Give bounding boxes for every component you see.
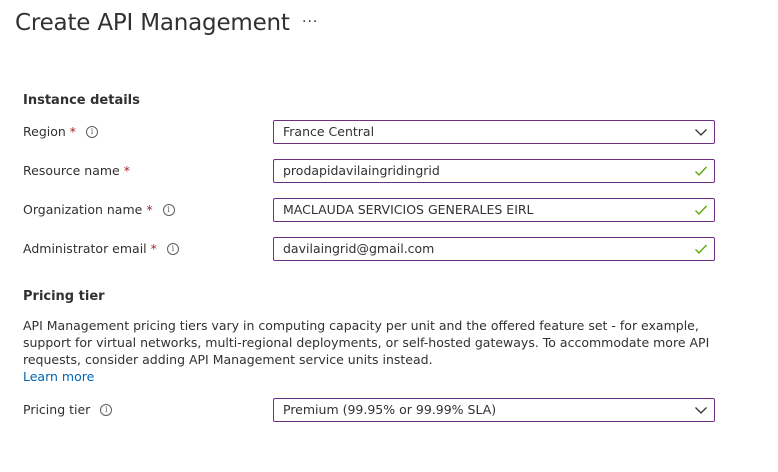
region-value: France Central	[283, 124, 375, 139]
resource-name-label: Resource name	[23, 163, 120, 178]
required-mark: *	[123, 163, 130, 178]
administrator-email-value: davilaingrid@gmail.com	[283, 241, 435, 256]
page-title: Create API Management	[15, 10, 290, 36]
resource-name-value: prodapidavilaingridingrid	[283, 163, 440, 178]
administrator-email-label-group: Administrator email * i	[23, 237, 179, 261]
pricing-tier-label: Pricing tier	[23, 402, 91, 417]
instance-details-heading: Instance details	[23, 93, 140, 108]
info-icon[interactable]: i	[100, 403, 113, 416]
pricing-tier-heading: Pricing tier	[23, 289, 105, 304]
check-icon	[695, 244, 707, 254]
learn-more-link[interactable]: Learn more	[23, 368, 94, 385]
required-mark: *	[150, 241, 157, 256]
resource-name-input[interactable]: prodapidavilaingridingrid	[273, 159, 715, 183]
check-icon	[695, 166, 707, 176]
region-label-group: Region * i	[23, 120, 99, 144]
pricing-description: API Management pricing tiers vary in com…	[23, 318, 710, 367]
more-options-button[interactable]: ···	[302, 14, 318, 30]
administrator-email-row: Administrator email * i davilaingrid@gmail…	[23, 237, 715, 261]
info-icon[interactable]: i	[86, 125, 99, 138]
administrator-email-input[interactable]: davilaingrid@gmail.com	[273, 237, 715, 261]
organization-name-value: MACLAUDA SERVICIOS GENERALES EIRL	[283, 202, 534, 217]
pricing-description-block: API Management pricing tiers vary in com…	[23, 317, 723, 385]
region-label: Region	[23, 124, 66, 139]
chevron-down-icon[interactable]	[694, 403, 708, 417]
required-mark: *	[146, 202, 153, 217]
pricing-tier-label-group: Pricing tier i	[23, 398, 113, 422]
check-icon	[695, 205, 707, 215]
organization-name-input[interactable]: MACLAUDA SERVICIOS GENERALES EIRL	[273, 198, 715, 222]
required-mark: *	[69, 124, 77, 139]
info-icon[interactable]: i	[162, 203, 175, 216]
administrator-email-label: Administrator email	[23, 241, 147, 256]
resource-name-label-group: Resource name *	[23, 159, 130, 183]
region-dropdown[interactable]: France Central	[273, 120, 715, 144]
organization-name-label: Organization name	[23, 202, 143, 217]
chevron-down-icon[interactable]	[694, 125, 708, 139]
organization-name-label-group: Organization name * i	[23, 198, 175, 222]
resource-name-row: Resource name * prodapidavilaingridingrid	[23, 159, 715, 183]
region-row: Region * i France Central	[23, 120, 715, 144]
pricing-tier-row: Pricing tier i Premium (99.95% or 99.99% …	[23, 398, 715, 422]
organization-name-row: Organization name * i MACLAUDA SERVICIOS G…	[23, 198, 715, 222]
info-icon[interactable]: i	[166, 242, 179, 255]
pricing-tier-dropdown[interactable]: Premium (99.95% or 99.99% SLA)	[273, 398, 715, 422]
pricing-tier-value: Premium (99.95% or 99.99% SLA)	[283, 402, 497, 417]
